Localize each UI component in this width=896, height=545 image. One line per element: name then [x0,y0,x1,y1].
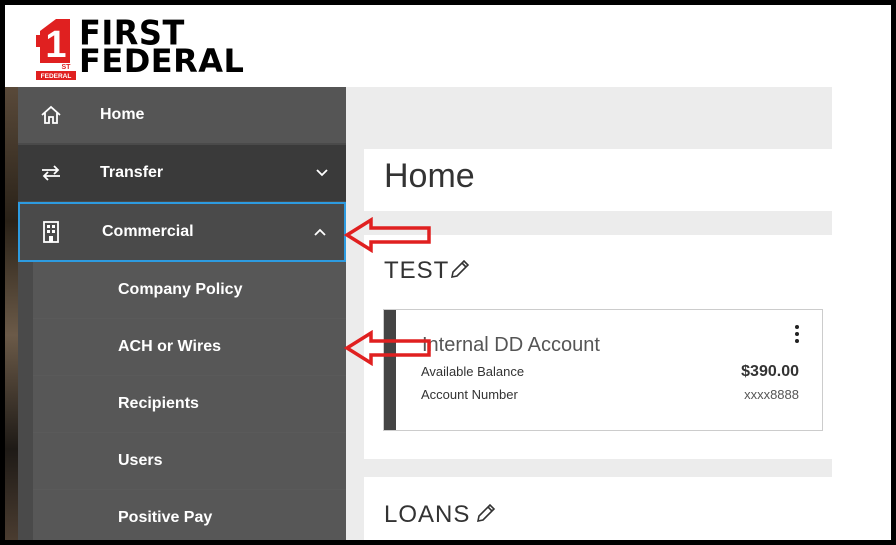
sidebar-subitem-positive-pay[interactable]: Positive Pay [33,490,346,540]
main-content: Home TEST Internal DD Account Available … [346,87,836,540]
sidebar-subitem-users[interactable]: Users [33,433,346,490]
sidebar-item-home[interactable]: Home [18,87,346,143]
annotation-arrow-icon [343,217,431,253]
svg-text:1: 1 [45,24,66,66]
screenshot-frame: 1 ST FEDERAL FIRST FEDERAL Home Transfer [5,5,891,540]
sidebar-subitem-recipients[interactable]: Recipients [33,376,346,433]
building-icon [42,221,82,243]
sidebar-item-commercial[interactable]: Commercial [18,202,346,262]
subitem-label: Positive Pay [118,509,213,526]
group-title: TEST [384,257,450,284]
balance-row: Available Balance $390.00 [421,363,811,380]
transfer-icon [40,165,80,181]
page-header-card: Home [364,149,836,211]
account-color-bar [384,310,396,430]
account-number-label: Account Number [421,387,518,402]
balance-value: $390.00 [741,363,799,380]
subitem-label: Users [118,452,163,469]
logo-line-1: FIRST [79,13,185,53]
sidebar-item-label: Commercial [102,223,194,240]
group-title: LOANS [384,501,471,528]
page-title: Home [384,157,475,195]
annotation-arrow-icon [343,330,431,366]
sidebar-item-label: Home [100,106,145,123]
account-number-row: Account Number xxxx8888 [421,387,811,402]
background-strip [5,85,18,540]
sidebar-item-label: Transfer [100,164,164,181]
sidebar: Home Transfer Commercial Company Policy … [18,87,346,540]
more-options-icon[interactable] [794,325,800,346]
sidebar-subitem-ach-or-wires[interactable]: ACH or Wires [33,319,346,376]
balance-label: Available Balance [421,364,525,379]
account-group-loans: LOANS [364,477,836,540]
svg-text:FEDERAL: FEDERAL [41,73,72,80]
subitem-label: Company Policy [118,281,243,298]
header: 1 ST FEDERAL FIRST FEDERAL [5,5,891,87]
edit-pencil-icon[interactable] [474,501,498,530]
sidebar-item-transfer[interactable]: Transfer [18,145,346,201]
account-number-value: xxxx8888 [744,387,799,402]
edit-pencil-icon[interactable] [448,257,472,286]
account-group-test: TEST Internal DD Account Available Balan… [364,235,836,459]
logo-badge-icon: 1 ST FEDERAL [36,19,76,80]
subitem-label: ACH or Wires [118,338,221,355]
subitem-label: Recipients [118,395,199,412]
account-name: Internal DD Account [422,334,600,356]
sidebar-subitem-company-policy[interactable]: Company Policy [33,262,346,319]
chevron-down-icon [316,166,328,180]
account-card[interactable]: Internal DD Account Available Balance $3… [383,309,823,431]
svg-text:ST: ST [62,64,72,71]
logo-wordmark: FIRST FEDERAL [79,13,244,77]
chevron-up-icon [314,225,326,239]
right-blank-area [832,87,891,540]
home-icon [40,104,80,126]
first-federal-logo[interactable]: 1 ST FEDERAL FIRST FEDERAL [36,13,286,83]
